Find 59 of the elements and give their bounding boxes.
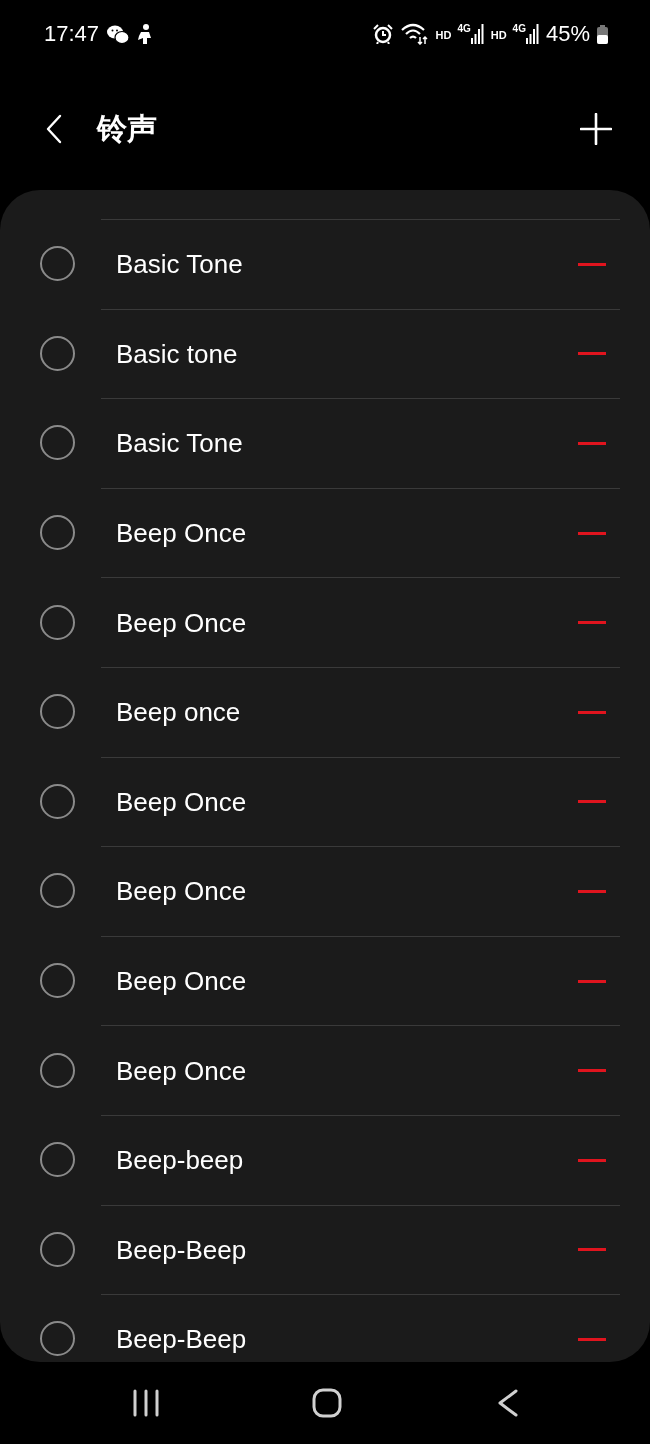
radio-button[interactable] bbox=[40, 425, 75, 461]
page-title: 铃声 bbox=[97, 114, 157, 144]
chat-bubbles-icon bbox=[107, 24, 130, 44]
ringtone-name[interactable]: Beep-Beep bbox=[116, 1236, 247, 1263]
radio-button[interactable] bbox=[40, 873, 75, 909]
ringtone-name[interactable]: Beep-beep bbox=[116, 1147, 244, 1174]
ringtone-name[interactable]: Basic Tone bbox=[116, 430, 243, 457]
radio-button[interactable] bbox=[40, 783, 75, 819]
radio-button[interactable] bbox=[40, 1052, 75, 1088]
minus-icon bbox=[578, 262, 606, 266]
radio-button[interactable] bbox=[40, 515, 75, 551]
battery-percent: 45% bbox=[545, 23, 590, 45]
minus-icon bbox=[578, 531, 606, 535]
radio-button[interactable] bbox=[40, 246, 75, 282]
radio-button[interactable] bbox=[40, 1142, 75, 1178]
hd-label: HD bbox=[435, 30, 452, 41]
minus-icon bbox=[578, 710, 606, 714]
wifi-icon bbox=[400, 23, 429, 45]
ringtone-name[interactable]: Basic Tone bbox=[116, 251, 243, 278]
network-type-label: 4G bbox=[457, 24, 471, 34]
radio-button[interactable] bbox=[40, 694, 75, 730]
recent-apps-icon[interactable] bbox=[131, 1389, 160, 1417]
ringtone-name[interactable]: Basic tone bbox=[116, 340, 238, 367]
minus-icon bbox=[578, 1069, 606, 1073]
back-nav-icon[interactable] bbox=[497, 1389, 518, 1417]
alarm-clock-icon bbox=[373, 24, 394, 44]
status-time: 17:47 bbox=[44, 23, 100, 45]
ringtone-name[interactable]: Beep Once bbox=[116, 520, 247, 547]
signal-bars-icon bbox=[525, 24, 539, 44]
ringtone-name[interactable]: Beep once bbox=[116, 699, 241, 726]
minus-icon bbox=[578, 1337, 606, 1341]
minus-icon bbox=[578, 800, 606, 804]
ringtone-name[interactable]: Beep Once bbox=[116, 968, 247, 995]
minus-icon bbox=[578, 442, 606, 445]
radio-button[interactable] bbox=[40, 1231, 75, 1267]
ringtone-name[interactable]: Beep Once bbox=[116, 788, 247, 815]
network-type-label: 4G bbox=[512, 24, 526, 34]
radio-button[interactable] bbox=[40, 604, 75, 640]
minus-icon bbox=[578, 621, 606, 625]
radio-button[interactable] bbox=[40, 963, 75, 999]
minus-icon bbox=[578, 352, 606, 356]
ringtone-name[interactable]: Beep Once bbox=[116, 1057, 247, 1084]
add-button[interactable] bbox=[578, 111, 614, 147]
minus-icon bbox=[578, 1158, 606, 1162]
signal-bars-icon bbox=[470, 24, 484, 44]
battery-icon bbox=[597, 24, 608, 44]
home-icon[interactable] bbox=[311, 1388, 342, 1418]
ringtone-name[interactable]: Beep Once bbox=[116, 609, 247, 636]
radio-button[interactable] bbox=[40, 335, 75, 371]
minus-icon bbox=[578, 979, 606, 983]
radio-button[interactable] bbox=[40, 1321, 75, 1357]
back-icon bbox=[46, 114, 62, 144]
minus-icon bbox=[578, 889, 606, 893]
person-icon bbox=[137, 24, 154, 44]
minus-icon bbox=[578, 1248, 606, 1252]
hd-label: HD bbox=[490, 30, 507, 41]
ringtone-name[interactable]: Beep Once bbox=[116, 878, 247, 905]
ringtone-name[interactable]: Beep-Beep bbox=[116, 1326, 247, 1353]
plus-icon bbox=[580, 113, 612, 145]
